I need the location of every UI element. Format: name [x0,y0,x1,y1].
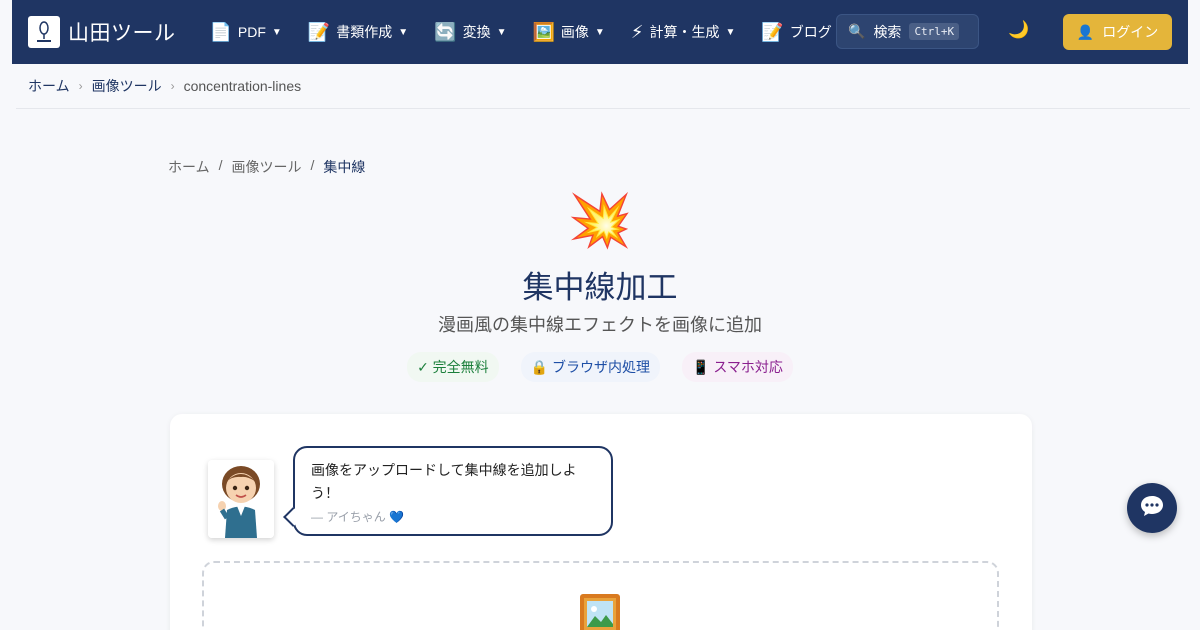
page-subtitle: 漫画風の集中線エフェクトを画像に追加 [438,315,762,335]
assistant-avatar [208,460,274,538]
nav-label: 書類作成 [336,24,393,40]
search-icon: 🔍 [848,23,866,39]
login-label: ログイン [1102,24,1159,40]
chevron-down-icon: ▼ [725,26,736,38]
chat-button[interactable] [1127,483,1177,533]
chevron-down-icon: ▼ [271,26,282,38]
nav-label: ブログ [789,24,832,40]
chevron-down-icon: ▼ [594,26,605,38]
breadcrumb-separator: / [310,157,315,173]
feature-badges: ✓ 完全無料 🔒 ブラウザ内処理 📱 スマホ対応 [0,352,1200,382]
site-header: 山田ツール 📄 PDF ▼ 📝 書類作成 ▼ 🔄 変換 ▼ 🖼️ 画像 ▼ ⚡ … [12,0,1188,64]
breadcrumb-category[interactable]: 画像ツール [231,157,301,177]
page-title: 集中線加工 [522,270,678,305]
memo-icon: 📝 [761,21,784,42]
assistant-speech-bubble: 画像をアップロードして集中線を追加しよう！ — アイちゃん 💙 [293,446,613,536]
moon-icon[interactable]: 🌙 [1008,20,1029,40]
breadcrumb: ホーム › 画像ツール › concentration-lines [28,76,301,96]
nav-calc[interactable]: ⚡ 計算・生成 ▼ [631,22,736,43]
convert-icon: 🔄 [434,21,457,42]
login-button[interactable]: 👤 ログイン [1063,14,1172,50]
assistant-message: 画像をアップロードして集中線を追加しよう！ [311,462,577,501]
search-shortcut: Ctrl+K [909,23,960,40]
search-label: 検索 [873,23,902,40]
nav-blog[interactable]: 📝 ブログ [761,22,831,43]
picture-icon [580,594,620,630]
breadcrumb-current: concentration-lines [183,78,302,94]
badge-mobile: 📱 スマホ対応 [682,352,793,382]
breadcrumb-category[interactable]: 画像ツール [92,76,162,96]
nav-label: PDF [237,24,266,40]
nav-label: 計算・生成 [649,24,720,40]
search-button[interactable]: 🔍 検索 Ctrl+K [836,14,979,49]
nav-documents[interactable]: 📝 書類作成 ▼ [308,22,408,43]
nav-convert[interactable]: 🔄 変換 ▼ [434,22,506,43]
badge-browser: 🔒 ブラウザ内処理 [520,352,661,382]
site-logo[interactable]: 山田ツール [28,16,176,48]
collision-icon: 💥 [567,192,633,250]
assistant-signature: — アイちゃん 💙 [311,510,405,524]
breadcrumb-separator: › [78,79,83,93]
user-icon: 👤 [1076,23,1095,40]
logo-icon [28,16,60,48]
chevron-down-icon: ▼ [496,26,507,38]
lightning-icon: ⚡ [630,21,644,42]
breadcrumb-home[interactable]: ホーム [28,76,70,96]
nav-label: 変換 [462,24,491,40]
chat-bubble-icon [1140,495,1164,522]
badge-free: ✓ 完全無料 [407,352,499,382]
breadcrumb-separator: › [170,79,175,93]
page-breadcrumb: ホーム / 画像ツール / 集中線 [168,157,365,177]
breadcrumb-separator: / [218,157,223,173]
main-nav: 📄 PDF ▼ 📝 書類作成 ▼ 🔄 変換 ▼ 🖼️ 画像 ▼ ⚡ 計算・生成 … [210,22,858,43]
nav-pdf[interactable]: 📄 PDF ▼ [210,22,282,43]
picture-icon: 🖼️ [532,21,555,42]
site-name: 山田ツール [68,22,176,45]
nav-label: 画像 [560,24,589,40]
breadcrumb-home[interactable]: ホーム [168,157,210,177]
chevron-down-icon: ▼ [398,26,409,38]
nav-image[interactable]: 🖼️ 画像 ▼ [532,22,604,43]
divider [16,108,1190,109]
document-icon: 📄 [209,21,232,42]
memo-icon: 📝 [307,21,331,42]
breadcrumb-current: 集中線 [323,159,366,175]
